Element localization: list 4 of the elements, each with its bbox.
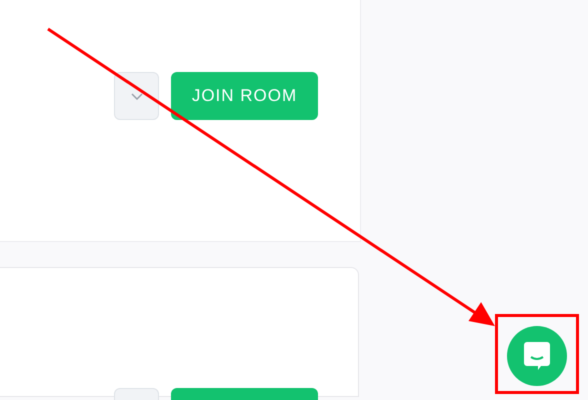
chat-bubble-icon xyxy=(524,342,550,370)
dropdown-toggle[interactable] xyxy=(114,72,159,120)
join-room-button[interactable]: JOIN ROOM xyxy=(171,72,318,120)
chevron-down-icon xyxy=(130,92,142,100)
